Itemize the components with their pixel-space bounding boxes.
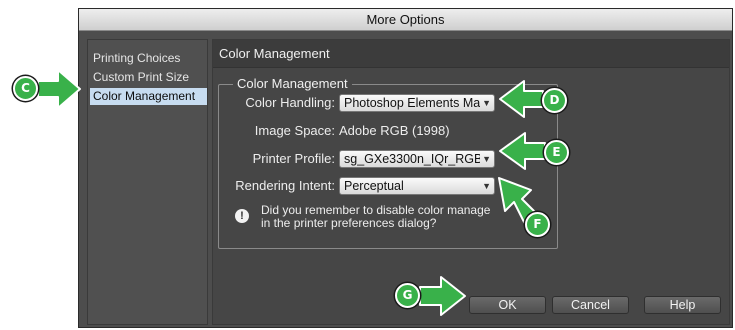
callout-f: F <box>525 212 550 237</box>
callout-g: G <box>395 283 420 308</box>
callout-arrows <box>37 69 546 316</box>
arrow-g <box>419 276 466 316</box>
arrow-e <box>499 132 546 170</box>
arrow-d <box>499 80 544 118</box>
callout-d: D <box>542 88 567 113</box>
callout-c: C <box>13 76 38 101</box>
arrow-c <box>37 69 81 109</box>
callout-e: E <box>544 140 569 165</box>
